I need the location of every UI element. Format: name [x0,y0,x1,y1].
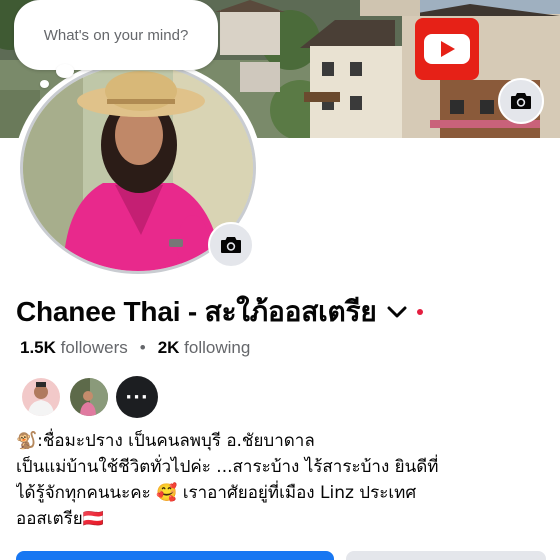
chevron-down-icon[interactable] [387,305,407,319]
followers-count[interactable]: 1.5K [20,338,56,358]
stats-separator: • [139,338,146,357]
profile-name-row: Chanee Thai - สะใภ้ออสเตรีย [16,292,423,332]
red-dot-icon [416,309,423,315]
youtube-icon [415,18,479,80]
following-count[interactable]: 2K [158,338,180,358]
bubble-tail-large [56,64,74,78]
composer-placeholder: What's on your mind? [43,26,189,44]
friend-avatar[interactable] [20,376,62,418]
bio-line: 🐒:ชื่อมะปราง เป็นคนลพบุรี อ.ชัยบาดาล [16,431,315,451]
profile-bio: 🐒:ชื่อมะปราง เป็นคนลพบุรี อ.ชัยบาดาล เป็… [16,428,546,532]
followers-label[interactable]: followers [61,338,128,358]
friends-preview: ··· [20,376,158,418]
more-friends-button[interactable]: ··· [116,376,158,418]
edit-profile-picture-button[interactable] [208,222,254,268]
edit-cover-photo-button[interactable] [498,78,544,124]
profile-name: Chanee Thai - สะใภ้ออสเตรีย [16,296,377,327]
profile-stats: 1.5K followers • 2K following [20,338,250,358]
following-label[interactable]: following [184,338,250,358]
bio-line: ออสเตรีย🇦🇹 [16,509,104,529]
primary-action-button[interactable] [16,551,334,560]
camera-icon [221,237,241,253]
secondary-action-button[interactable] [346,551,546,560]
bio-line: เป็นแม่บ้านใช้ชีวิตทั่วไปค่ะ ...สาระบ้าง… [16,457,439,477]
bio-line: ได้รู้จักทุกคนนะคะ 🥰 เราอาศัยอยู่ที่เมือ… [16,483,417,503]
bubble-tail-small [40,80,49,88]
whats-on-your-mind-bubble[interactable]: What's on your mind? [14,0,218,70]
camera-icon [511,93,531,109]
friend-avatar[interactable] [68,376,110,418]
